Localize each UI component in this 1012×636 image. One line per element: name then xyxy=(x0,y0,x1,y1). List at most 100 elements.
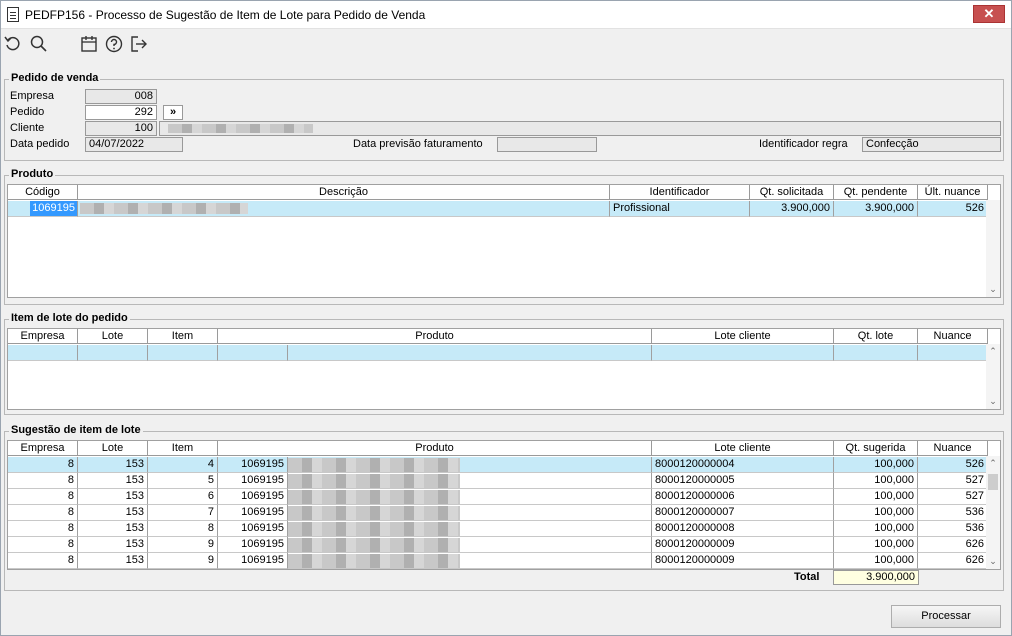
table-cell[interactable]: 100,000 xyxy=(834,489,918,505)
column-header[interactable]: Lote cliente xyxy=(652,329,834,344)
column-header[interactable]: Identificador xyxy=(610,185,750,200)
table-cell[interactable]: 4 xyxy=(148,457,218,473)
column-header[interactable]: Qt. lote xyxy=(834,329,918,344)
table-cell[interactable]: 527 xyxy=(918,473,988,489)
column-header[interactable]: Qt. pendente xyxy=(834,185,918,200)
table-cell[interactable] xyxy=(78,345,148,361)
column-header[interactable]: Produto xyxy=(218,329,652,344)
regra-field[interactable]: Confecção xyxy=(862,137,1001,152)
refresh-icon[interactable] xyxy=(3,34,23,54)
table-cell[interactable]: 153 xyxy=(78,553,148,569)
scroll-down-icon[interactable]: ⌄ xyxy=(986,556,1000,567)
column-header[interactable]: Nuance xyxy=(918,441,988,456)
column-header[interactable]: Descrição xyxy=(78,185,610,200)
produto-nuance-cell[interactable]: 526 xyxy=(918,201,988,217)
table-cell[interactable]: 5 xyxy=(148,473,218,489)
sugestao-scrollbar[interactable]: ⌃ ⌄ xyxy=(986,456,1000,569)
table-cell[interactable]: 100,000 xyxy=(834,521,918,537)
produto-description-cell[interactable] xyxy=(288,537,652,553)
help-icon[interactable] xyxy=(104,34,124,54)
table-cell[interactable]: 100,000 xyxy=(834,553,918,569)
table-cell[interactable]: 6 xyxy=(148,489,218,505)
column-header[interactable]: Qt. sugerida xyxy=(834,441,918,456)
produto-description-cell[interactable] xyxy=(288,473,652,489)
table-cell[interactable]: 536 xyxy=(918,505,988,521)
produto-description-cell[interactable] xyxy=(288,489,652,505)
table-cell[interactable]: 153 xyxy=(78,489,148,505)
table-cell[interactable]: 153 xyxy=(78,473,148,489)
scroll-thumb[interactable] xyxy=(988,474,998,490)
scroll-up-icon[interactable]: ⌃ xyxy=(986,458,1000,469)
table-cell[interactable]: 8000120000008 xyxy=(652,521,834,537)
produto-identificador-cell[interactable]: Profissional xyxy=(610,201,750,217)
produto-solicitada-cell[interactable]: 3.900,000 xyxy=(750,201,834,217)
table-cell[interactable] xyxy=(8,345,78,361)
column-header[interactable]: Lote xyxy=(78,329,148,344)
column-header[interactable]: Lote xyxy=(78,441,148,456)
table-cell[interactable]: 8000120000004 xyxy=(652,457,834,473)
table-cell[interactable]: 8000120000006 xyxy=(652,489,834,505)
table-cell[interactable]: 8 xyxy=(8,537,78,553)
calendar-icon[interactable] xyxy=(79,34,99,54)
table-cell[interactable]: 8000120000007 xyxy=(652,505,834,521)
table-cell[interactable]: 1069195 xyxy=(218,457,288,473)
table-cell[interactable]: 8 xyxy=(148,521,218,537)
table-cell[interactable]: 100,000 xyxy=(834,537,918,553)
table-cell[interactable]: 8 xyxy=(8,457,78,473)
table-cell[interactable]: 536 xyxy=(918,521,988,537)
item-lote-scrollbar[interactable]: ⌃ ⌄ xyxy=(986,344,1000,409)
empresa-field[interactable]: 008 xyxy=(85,89,157,104)
column-header[interactable]: Produto xyxy=(218,441,652,456)
column-header[interactable]: Empresa xyxy=(8,329,78,344)
table-cell[interactable]: 100,000 xyxy=(834,457,918,473)
table-cell[interactable]: 7 xyxy=(148,505,218,521)
produto-description-cell[interactable] xyxy=(288,457,652,473)
table-cell[interactable]: 9 xyxy=(148,537,218,553)
table-cell[interactable]: 526 xyxy=(918,457,988,473)
column-header[interactable]: Empresa xyxy=(8,441,78,456)
table-cell[interactable] xyxy=(918,345,988,361)
processar-button[interactable]: Processar xyxy=(891,605,1001,628)
column-header[interactable]: Lote cliente xyxy=(652,441,834,456)
produto-pendente-cell[interactable]: 3.900,000 xyxy=(834,201,918,217)
table-cell[interactable] xyxy=(218,345,288,361)
column-header[interactable]: Item xyxy=(148,329,218,344)
scroll-down-icon[interactable]: ⌄ xyxy=(986,284,1000,295)
data-pedido-field[interactable]: 04/07/2022 xyxy=(85,137,183,152)
table-cell[interactable]: 153 xyxy=(78,505,148,521)
table-cell[interactable]: 8000120000009 xyxy=(652,553,834,569)
table-cell[interactable]: 8 xyxy=(8,521,78,537)
cliente-field[interactable]: 100 xyxy=(85,121,157,136)
table-cell[interactable]: 1069195 xyxy=(218,489,288,505)
produto-description-cell[interactable] xyxy=(288,521,652,537)
scroll-up-icon[interactable]: ⌃ xyxy=(986,346,1000,357)
table-cell[interactable]: 8000120000005 xyxy=(652,473,834,489)
table-cell[interactable]: 8 xyxy=(8,473,78,489)
column-header[interactable]: Nuance xyxy=(918,329,988,344)
table-cell[interactable] xyxy=(834,345,918,361)
table-cell[interactable]: 100,000 xyxy=(834,473,918,489)
column-header[interactable]: Qt. solicitada xyxy=(750,185,834,200)
table-cell[interactable]: 153 xyxy=(78,537,148,553)
table-cell[interactable]: 153 xyxy=(78,457,148,473)
table-cell[interactable]: 1069195 xyxy=(218,553,288,569)
table-cell[interactable]: 8000120000009 xyxy=(652,537,834,553)
produto-description-cell[interactable] xyxy=(288,553,652,569)
produto-descricao-cell[interactable] xyxy=(78,201,610,217)
search-icon[interactable] xyxy=(29,34,49,54)
table-cell[interactable]: 153 xyxy=(78,521,148,537)
table-cell[interactable]: 626 xyxy=(918,553,988,569)
table-cell[interactable]: 1069195 xyxy=(218,473,288,489)
table-cell[interactable]: 8 xyxy=(8,505,78,521)
table-cell[interactable]: 626 xyxy=(918,537,988,553)
close-button[interactable]: ✕ xyxy=(973,5,1005,23)
column-header[interactable]: Últ. nuance xyxy=(918,185,988,200)
table-cell[interactable] xyxy=(148,345,218,361)
produto-description-cell[interactable] xyxy=(288,505,652,521)
table-cell[interactable] xyxy=(288,345,652,361)
table-cell[interactable]: 9 xyxy=(148,553,218,569)
table-cell[interactable]: 8 xyxy=(8,489,78,505)
table-cell[interactable]: 8 xyxy=(8,553,78,569)
scroll-down-icon[interactable]: ⌄ xyxy=(986,396,1000,407)
column-header[interactable]: Item xyxy=(148,441,218,456)
